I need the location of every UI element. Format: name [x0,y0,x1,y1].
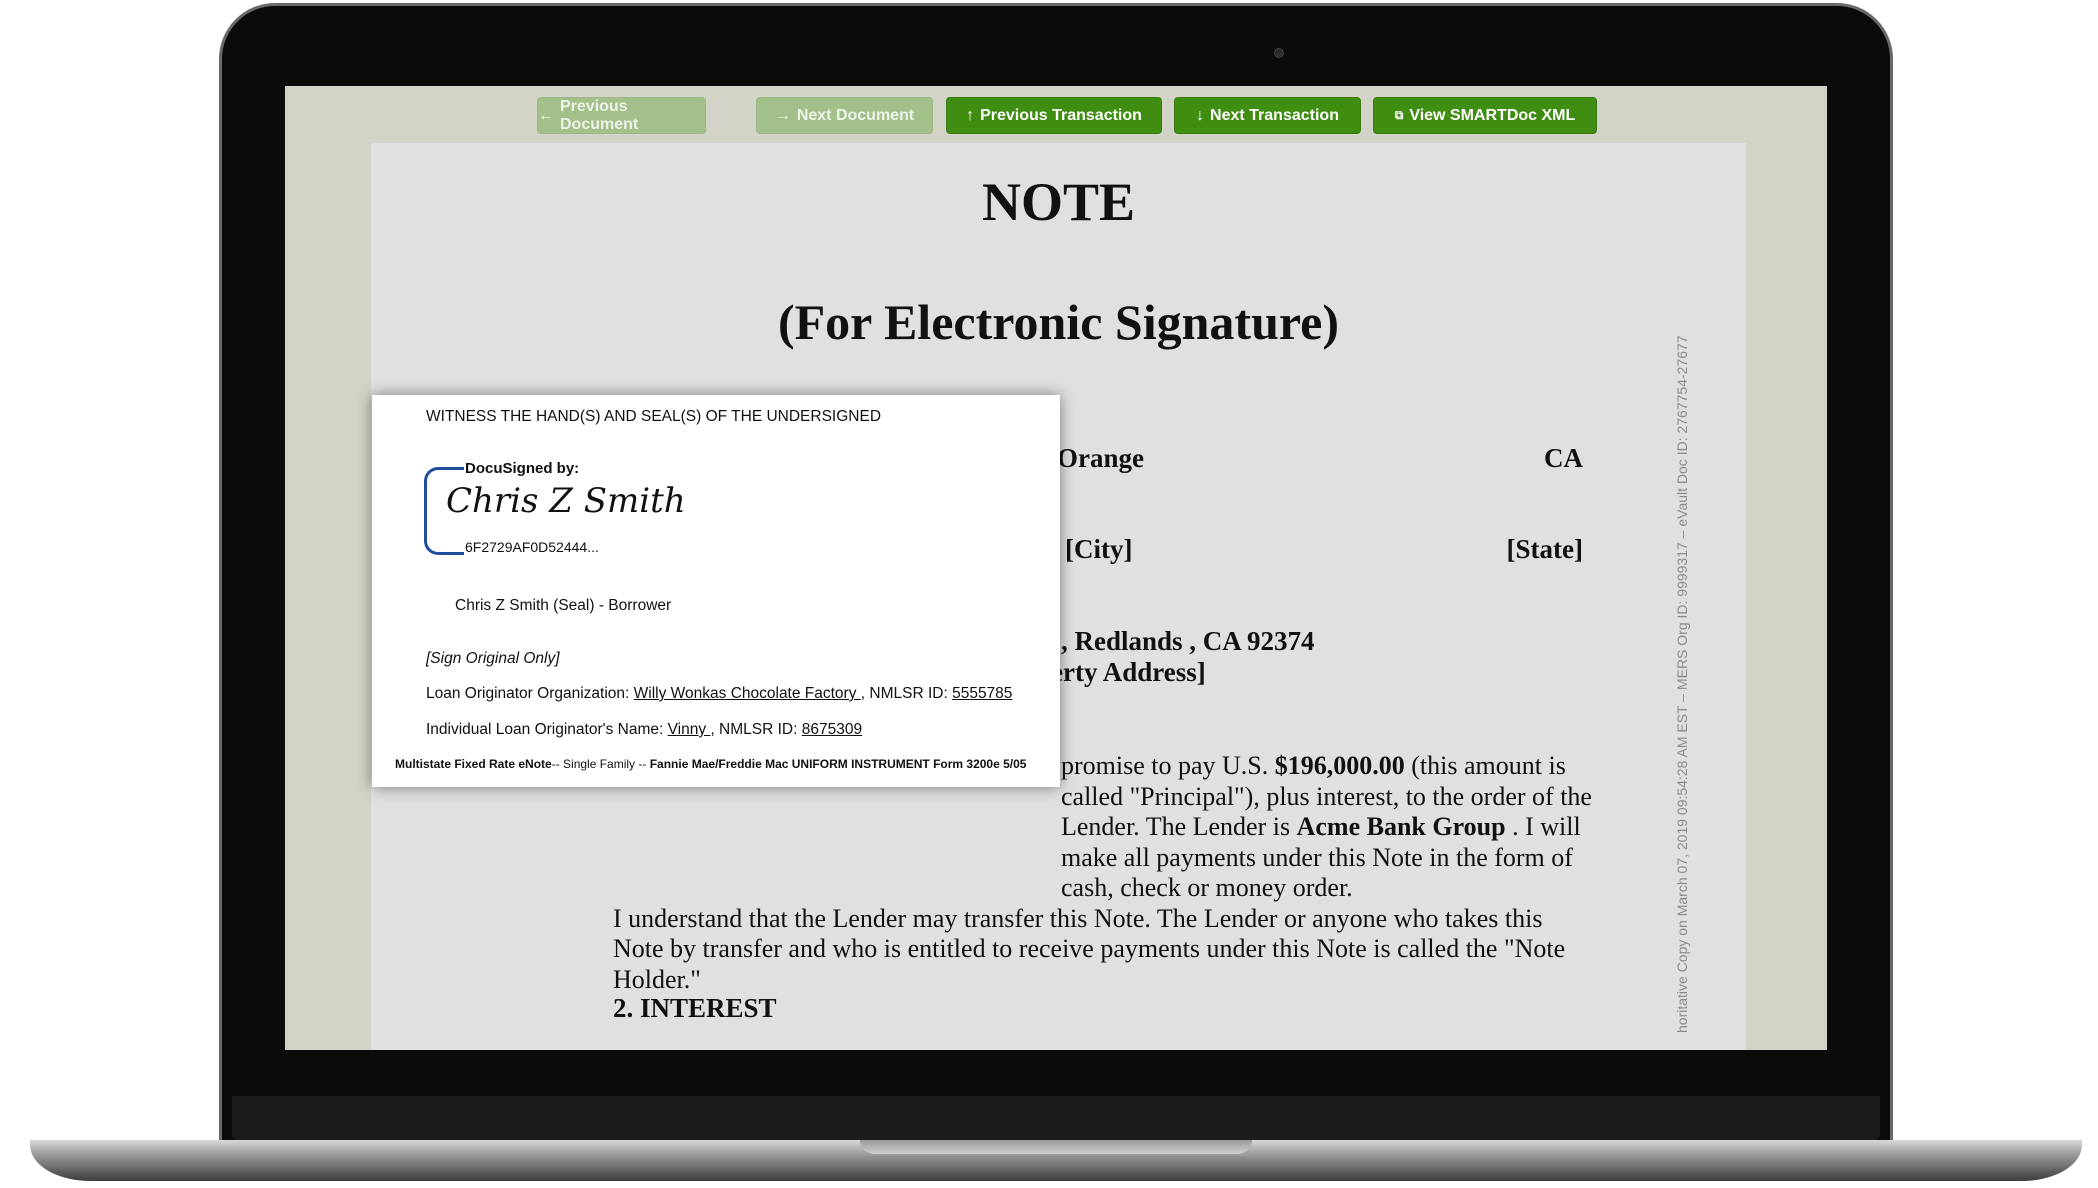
document-title: NOTE [981,172,1136,232]
city-label: [City] [1065,534,1133,564]
property-address: , Redlands , CA 92374 [1061,626,1315,656]
laptop-notch [860,1140,1252,1154]
arrow-right-icon: → [774,106,791,124]
laptop-chin [232,1096,1880,1140]
principal-amount: $196,000.00 [1274,751,1405,780]
signature-image: Chris Z Smith [446,481,686,521]
county: Orange [1057,443,1144,473]
principal-paragraph: promise to pay U.S. $196,000.00 (this am… [613,751,1592,994]
next-transaction-button[interactable]: ↓ Next Transaction [1174,97,1361,134]
state-label: [State] [1506,534,1583,564]
property-address-label: erty Address] [1051,657,1206,687]
witness-text: WITNESS THE HAND(S) AND SEAL(S) OF THE U… [426,408,882,425]
form-footer: Multistate Fixed Rate eNote-- Single Fam… [395,757,1027,771]
individual-loan-originator: Individual Loan Originator's Name: Vinny… [426,721,863,738]
view-smartdoc-xml-button[interactable]: ⧉ View SMARTDoc XML [1373,97,1597,134]
docusign-signature-block: DocuSigned by: Chris Z Smith 6F2729AF0D5… [424,460,686,555]
camera-icon [1274,48,1284,58]
state: CA [1544,443,1583,473]
previous-transaction-button[interactable]: ↑ Previous Transaction [946,97,1162,134]
sign-original-only: [Sign Original Only] [426,650,560,667]
transfer-paragraph: I understand that the Lender may transfe… [613,903,1566,994]
borrower-name: Chris Z Smith (Seal) - Borrower [455,597,672,614]
signature-id: 6F2729AF0D52444... [465,539,599,555]
arrow-left-icon: ← [538,106,554,124]
arrow-down-icon: ↓ [1196,106,1205,124]
section-interest-heading: 2. INTEREST [613,993,777,1023]
external-window-icon: ⧉ [1394,108,1404,122]
signature-preview-popup: WITNESS THE HAND(S) AND SEAL(S) OF THE U… [372,395,1060,787]
arrow-up-icon: ↑ [966,106,975,124]
previous-document-button[interactable]: ← Previous Document [537,97,706,134]
lender-name: Acme Bank Group [1296,812,1506,841]
toolbar: ← Previous Document → Next Document ↑ Previ… [285,97,1827,134]
next-document-button[interactable]: → Next Document [756,97,933,134]
loan-originator-organization: Loan Originator Organization: Willy Wonk… [426,685,1013,702]
authoritative-copy-stamp: horitative Copy on March 07, 2019 09:54:… [1674,335,1690,1033]
document-subtitle: (For Electronic Signature) [777,294,1340,350]
